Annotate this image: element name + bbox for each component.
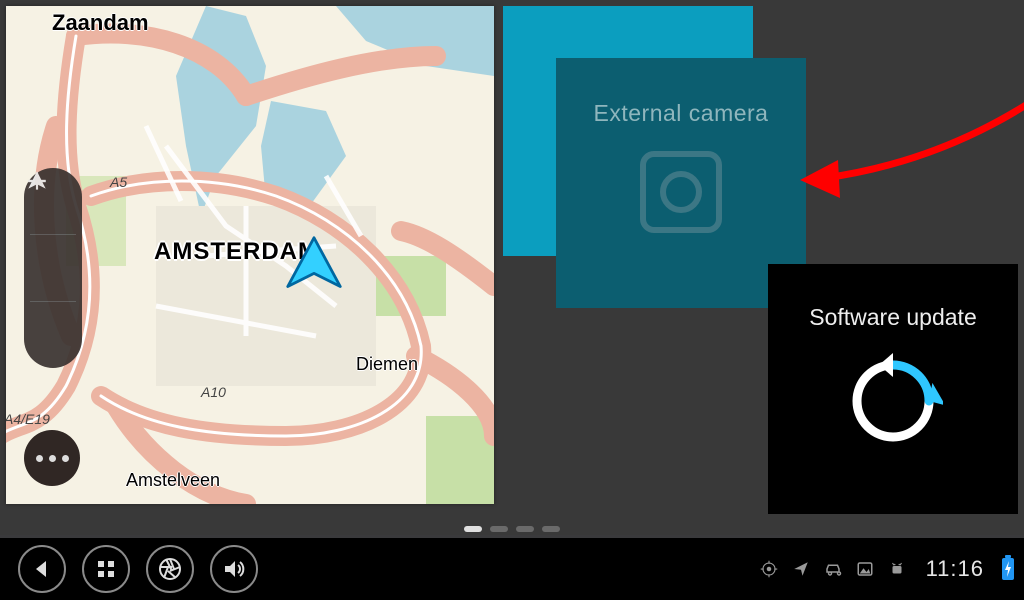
back-arrow-icon <box>30 557 54 581</box>
gps-target-icon <box>760 560 778 578</box>
zoom-out-button[interactable] <box>24 302 82 368</box>
home-stage: Zaandam AMSTERDAM Diemen Amstelveen A5 A… <box>0 0 1024 535</box>
image-icon <box>856 560 874 578</box>
speaker-icon <box>222 557 246 581</box>
apps-grid-icon <box>94 557 118 581</box>
map-label-a5: A5 <box>110 174 127 190</box>
android-icon <box>888 560 906 578</box>
camera-aperture-button[interactable] <box>146 545 194 593</box>
volume-button[interactable] <box>210 545 258 593</box>
back-button[interactable] <box>18 545 66 593</box>
status-tray: 11:16 <box>760 556 1014 582</box>
clock: 11:16 <box>926 556 984 582</box>
map-label-zaandam: Zaandam <box>52 10 149 36</box>
dot-icon <box>36 455 43 462</box>
page-indicator <box>0 526 1024 532</box>
zoom-in-button[interactable] <box>24 235 82 301</box>
aperture-icon <box>158 557 182 581</box>
page-dot[interactable] <box>490 526 508 532</box>
battery-charging-icon <box>1002 558 1014 580</box>
map-label-a4e19: A4/E19 <box>6 411 50 427</box>
minus-icon <box>24 168 50 194</box>
map-label-amstelveen: Amstelveen <box>126 470 220 491</box>
software-update-title: Software update <box>768 304 1018 331</box>
page-dot[interactable] <box>464 526 482 532</box>
location-arrow-icon <box>792 560 810 578</box>
apps-button[interactable] <box>82 545 130 593</box>
bottom-bar: 11:16 <box>0 538 1024 600</box>
map-widget[interactable]: Zaandam AMSTERDAM Diemen Amstelveen A5 A… <box>6 6 494 504</box>
page-dot[interactable] <box>542 526 560 532</box>
current-location-cursor <box>284 234 344 294</box>
external-camera-title: External camera <box>556 100 806 127</box>
map-label-a10: A10 <box>201 384 226 400</box>
camera-icon <box>640 151 722 233</box>
car-icon <box>824 560 842 578</box>
refresh-icon <box>843 351 943 451</box>
map-label-diemen: Diemen <box>356 354 418 375</box>
map-menu-button[interactable] <box>24 430 80 486</box>
dot-icon <box>62 455 69 462</box>
callout-arrow <box>800 96 1024 226</box>
dot-icon <box>49 455 56 462</box>
page-dot[interactable] <box>516 526 534 532</box>
zoom-control <box>24 168 82 368</box>
software-update-tile[interactable]: Software update <box>768 264 1018 514</box>
